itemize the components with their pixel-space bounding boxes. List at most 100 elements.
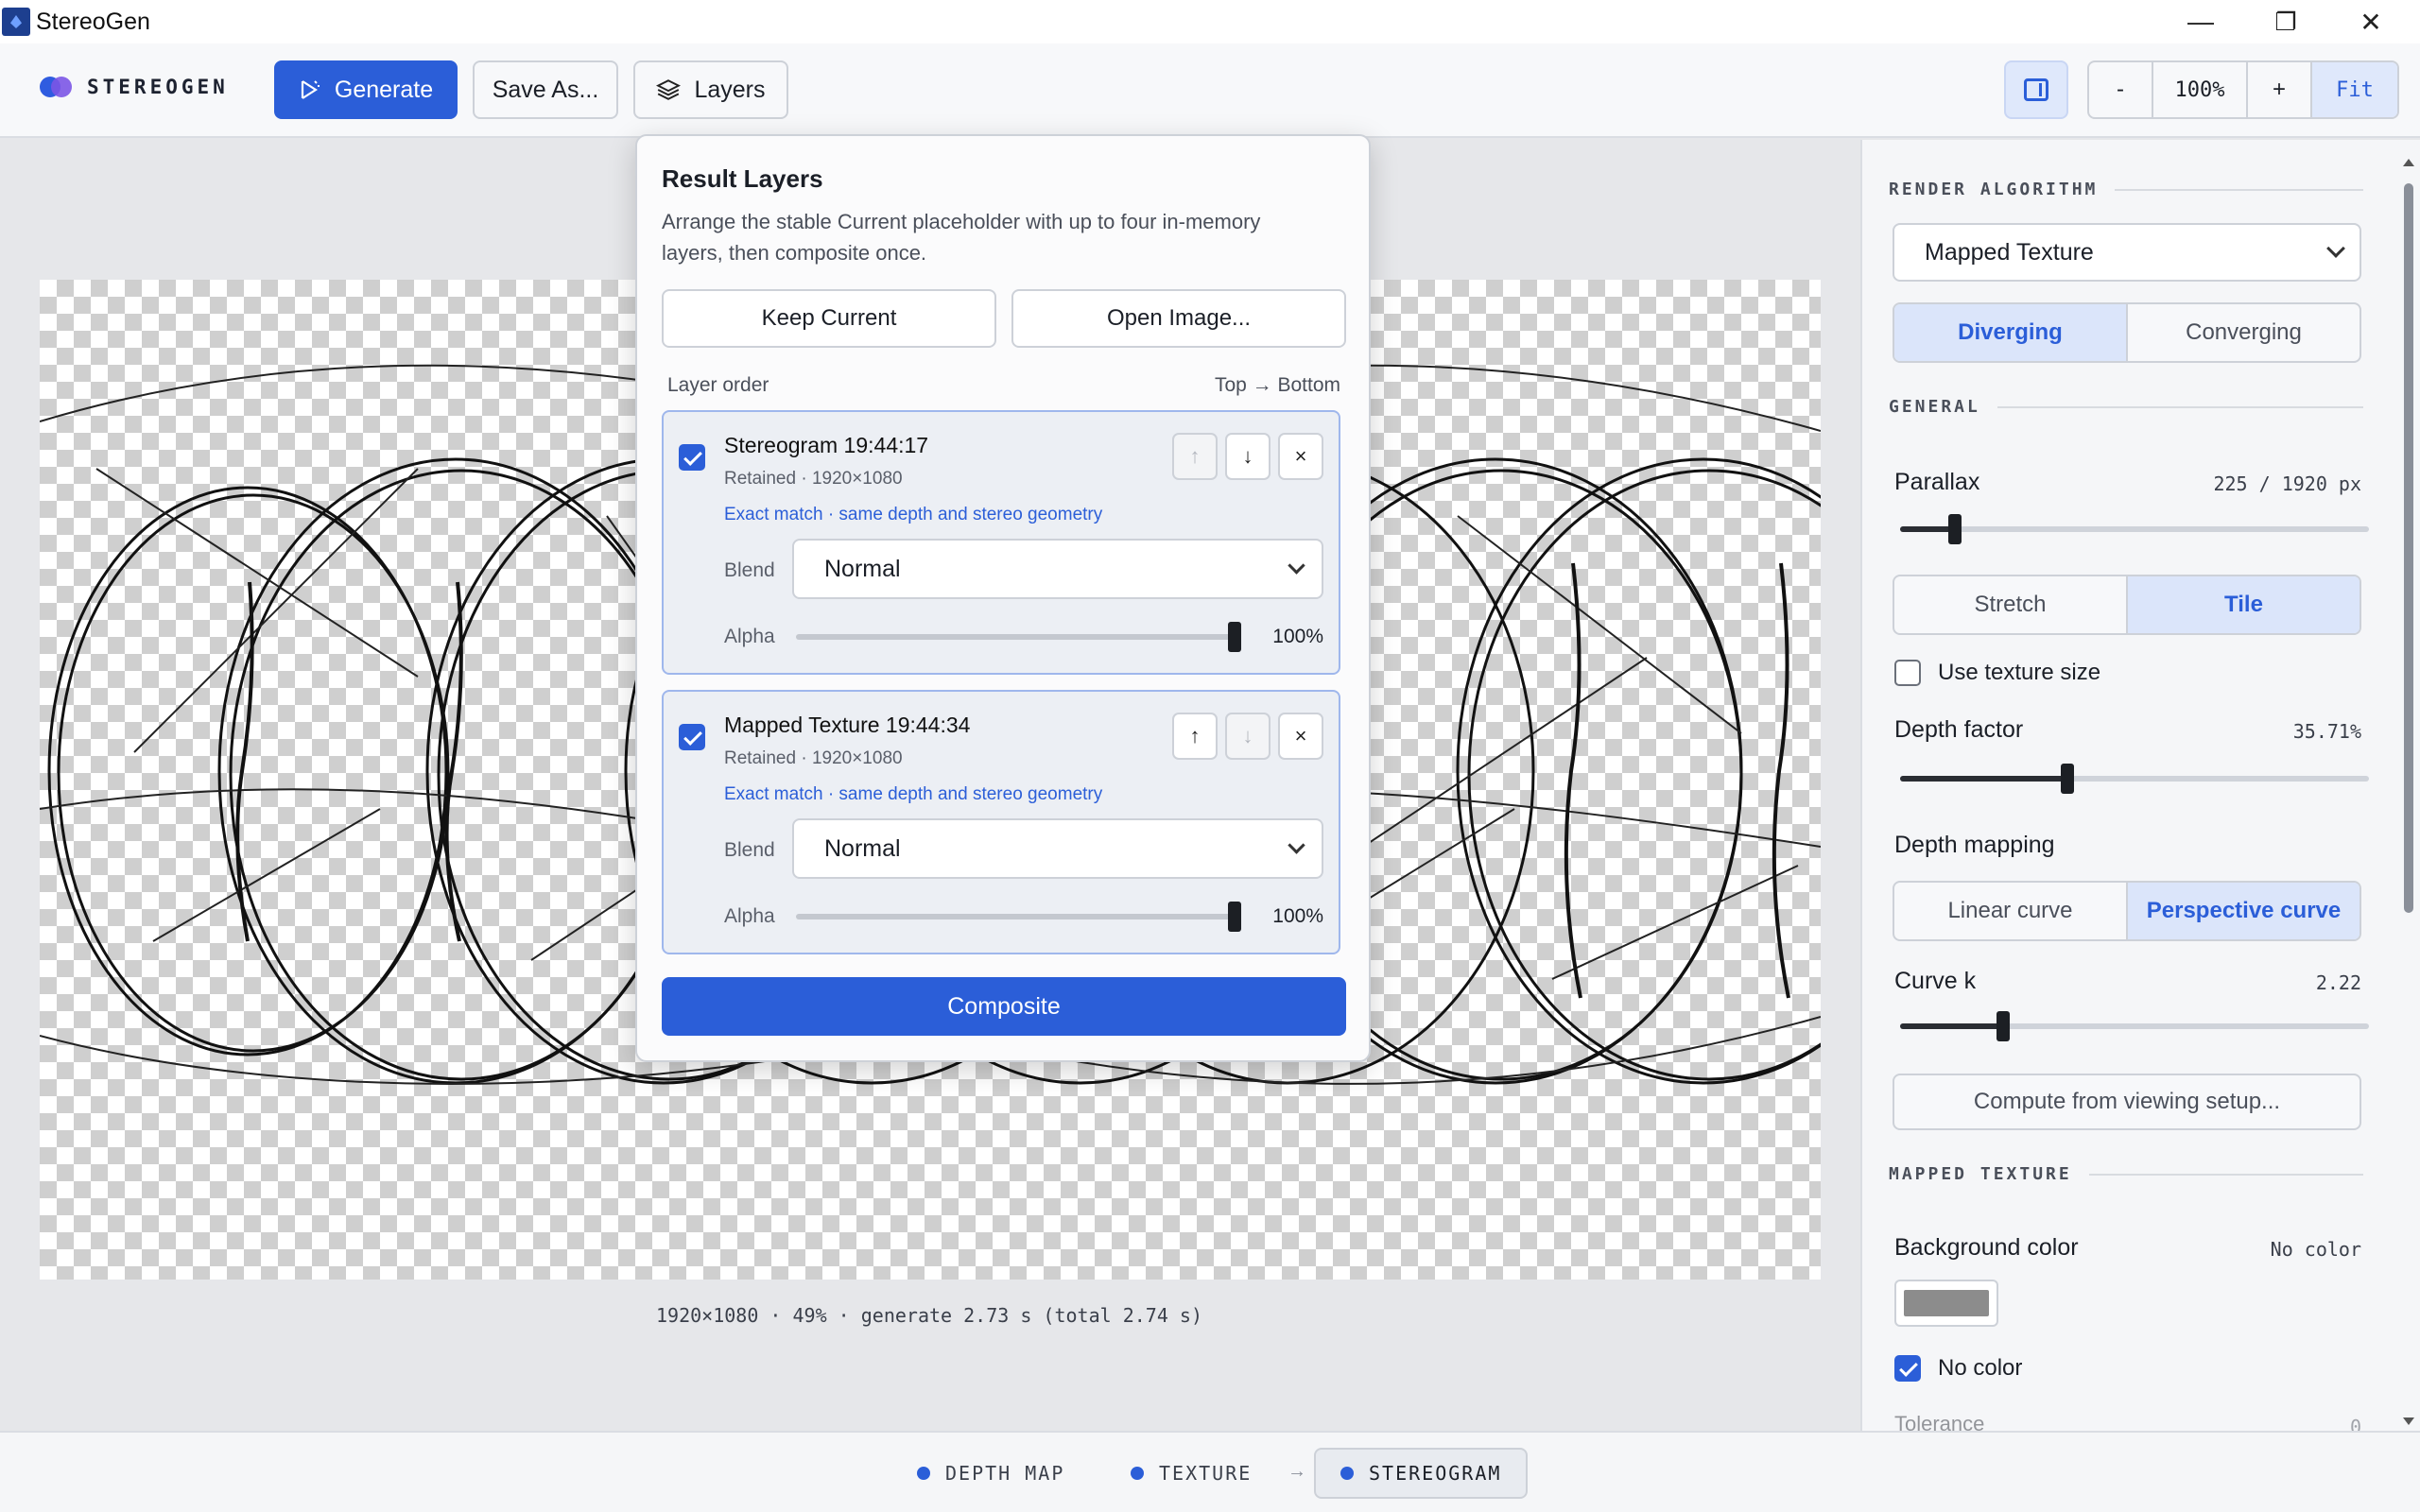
blend-select[interactable]: Normal	[792, 539, 1323, 599]
layer-enabled-checkbox[interactable]	[679, 444, 705, 471]
texture-fit-toggle: Stretch Tile	[1893, 575, 2361, 635]
linear-curve-option[interactable]: Linear curve	[1894, 883, 2126, 939]
title-bar: StereoGen — ❐ ✕	[0, 0, 2420, 43]
scroll-up-icon[interactable]	[2403, 159, 2414, 166]
blend-value: Normal	[824, 834, 901, 862]
mapped-texture-header: MAPPED TEXTURE	[1889, 1164, 2363, 1184]
use-texture-size-checkbox[interactable]	[1894, 660, 1921, 686]
algorithm-value: Mapped Texture	[1925, 238, 2094, 266]
chevron-down-icon	[2326, 239, 2345, 258]
layers-icon	[656, 79, 682, 100]
depth-mapping-toggle: Linear curve Perspective curve	[1893, 881, 2361, 941]
scroll-down-icon[interactable]	[2403, 1418, 2414, 1425]
remove-layer-button[interactable]: ×	[1278, 433, 1323, 480]
move-down-button[interactable]: ↓	[1225, 433, 1270, 480]
layer-card: Stereogram 19:44:17 Retained · 1920×1080…	[662, 410, 1340, 675]
zoom-in-button[interactable]: +	[2248, 62, 2312, 117]
alpha-slider-thumb[interactable]	[1228, 902, 1241, 932]
zoom-controls: - 100% + Fit	[2087, 60, 2399, 119]
minimize-icon: —	[2187, 7, 2214, 36]
blend-label: Blend	[724, 839, 775, 861]
layers-label: Layers	[694, 76, 766, 103]
scrollbar-thumb[interactable]	[2404, 183, 2413, 913]
move-down-button[interactable]: ↓	[1225, 713, 1270, 760]
compute-from-viewing-setup-button[interactable]: Compute from viewing setup...	[1893, 1074, 2361, 1130]
chevron-down-icon	[1288, 836, 1305, 854]
brand-name: STEREOGEN	[87, 76, 229, 98]
step-stereogram[interactable]: STEREOGRAM	[1314, 1448, 1529, 1499]
layer-match-status: Exact match · same depth and stereo geom…	[724, 505, 1103, 524]
restore-button[interactable]: ❐	[2248, 0, 2324, 43]
stretch-option[interactable]: Stretch	[1894, 576, 2126, 633]
diverging-option[interactable]: Diverging	[1894, 304, 2126, 361]
curve-k-slider[interactable]	[1900, 1007, 2369, 1045]
arrow-right-icon: →	[1288, 1461, 1306, 1482]
curve-k-value: 2.22	[2315, 971, 2361, 994]
layer-name: Stereogram 19:44:17	[724, 433, 929, 457]
parallax-slider-thumb[interactable]	[1948, 514, 1962, 544]
pipeline-bar: DEPTH MAP TEXTURE → STEREOGRAM	[0, 1431, 2420, 1512]
popover-description: Arrange the stable Current placeholder w…	[662, 210, 1261, 265]
keep-current-button[interactable]: Keep Current	[662, 289, 996, 348]
panel-toggle-button[interactable]	[2004, 60, 2068, 119]
algorithm-select[interactable]: Mapped Texture	[1893, 223, 2361, 282]
minimize-button[interactable]: —	[2163, 0, 2238, 43]
layer-order-label: Layer order	[667, 374, 769, 396]
tile-option[interactable]: Tile	[2126, 576, 2360, 633]
alpha-slider-thumb[interactable]	[1228, 622, 1241, 652]
depth-factor-value: 35.71%	[2292, 720, 2361, 743]
no-color-checkbox[interactable]	[1894, 1355, 1921, 1382]
layer-name: Mapped Texture 19:44:34	[724, 713, 971, 737]
layer-enabled-checkbox[interactable]	[679, 724, 705, 750]
layers-button[interactable]: Layers	[633, 60, 788, 119]
alpha-value: 100%	[1272, 626, 1323, 647]
brand-logo-icon	[40, 77, 72, 97]
settings-scrollbar[interactable]	[2401, 159, 2416, 1425]
parallax-slider[interactable]	[1900, 510, 2369, 548]
parallax-value: 225 / 1920 px	[2213, 472, 2361, 495]
converging-option[interactable]: Converging	[2126, 304, 2360, 361]
perspective-curve-option[interactable]: Perspective curve	[2126, 883, 2360, 939]
use-texture-size-label: Use texture size	[1938, 660, 2101, 685]
zoom-fit-button[interactable]: Fit	[2312, 62, 2397, 117]
arrow-up-icon: ↑	[1189, 444, 1201, 468]
popover-title: Result Layers	[662, 164, 823, 193]
step-depth-map[interactable]: DEPTH MAP	[917, 1448, 1064, 1499]
zoom-level: 100%	[2153, 62, 2248, 117]
step-texture[interactable]: TEXTURE	[1131, 1448, 1252, 1499]
eye-mode-toggle: Diverging Converging	[1893, 302, 2361, 363]
alpha-label: Alpha	[724, 905, 775, 927]
no-color-label: No color	[1938, 1355, 2023, 1381]
layer-meta: Retained · 1920×1080	[724, 748, 903, 768]
close-icon: ×	[1294, 444, 1307, 468]
app-icon	[2, 8, 30, 36]
zoom-out-button[interactable]: -	[2089, 62, 2153, 117]
close-icon: ×	[1294, 724, 1307, 747]
parallax-label: Parallax	[1894, 469, 1980, 495]
settings-panel: RENDER ALGORITHM Mapped Texture Divergin…	[1860, 140, 2420, 1438]
save-as-button[interactable]: Save As...	[473, 60, 618, 119]
general-header: GENERAL	[1889, 397, 2363, 417]
move-up-button[interactable]: ↑	[1172, 433, 1218, 480]
alpha-slider[interactable]	[796, 900, 1241, 934]
alpha-slider[interactable]	[796, 620, 1241, 654]
open-image-button[interactable]: Open Image...	[1011, 289, 1346, 348]
arrow-up-icon: ↑	[1189, 724, 1201, 747]
depth-mapping-label: Depth mapping	[1894, 832, 2055, 858]
generate-button[interactable]: Generate	[274, 60, 458, 119]
composite-button[interactable]: Composite	[662, 977, 1346, 1036]
chevron-down-icon	[1288, 557, 1305, 575]
curve-k-slider-thumb[interactable]	[1996, 1011, 2011, 1041]
remove-layer-button[interactable]: ×	[1278, 713, 1323, 760]
layer-card: Mapped Texture 19:44:34 Retained · 1920×…	[662, 690, 1340, 954]
blend-select[interactable]: Normal	[792, 818, 1323, 879]
render-algorithm-header: RENDER ALGORITHM	[1889, 180, 2363, 199]
sidebar-toggle-icon	[2024, 78, 2048, 101]
depth-factor-slider[interactable]	[1900, 760, 2369, 798]
background-color-swatch[interactable]	[1894, 1280, 1998, 1327]
move-up-button[interactable]: ↑	[1172, 713, 1218, 760]
blend-label: Blend	[724, 559, 775, 581]
close-button[interactable]: ✕	[2333, 0, 2409, 43]
status-dot-icon	[917, 1467, 930, 1480]
depth-factor-slider-thumb[interactable]	[2061, 764, 2075, 794]
